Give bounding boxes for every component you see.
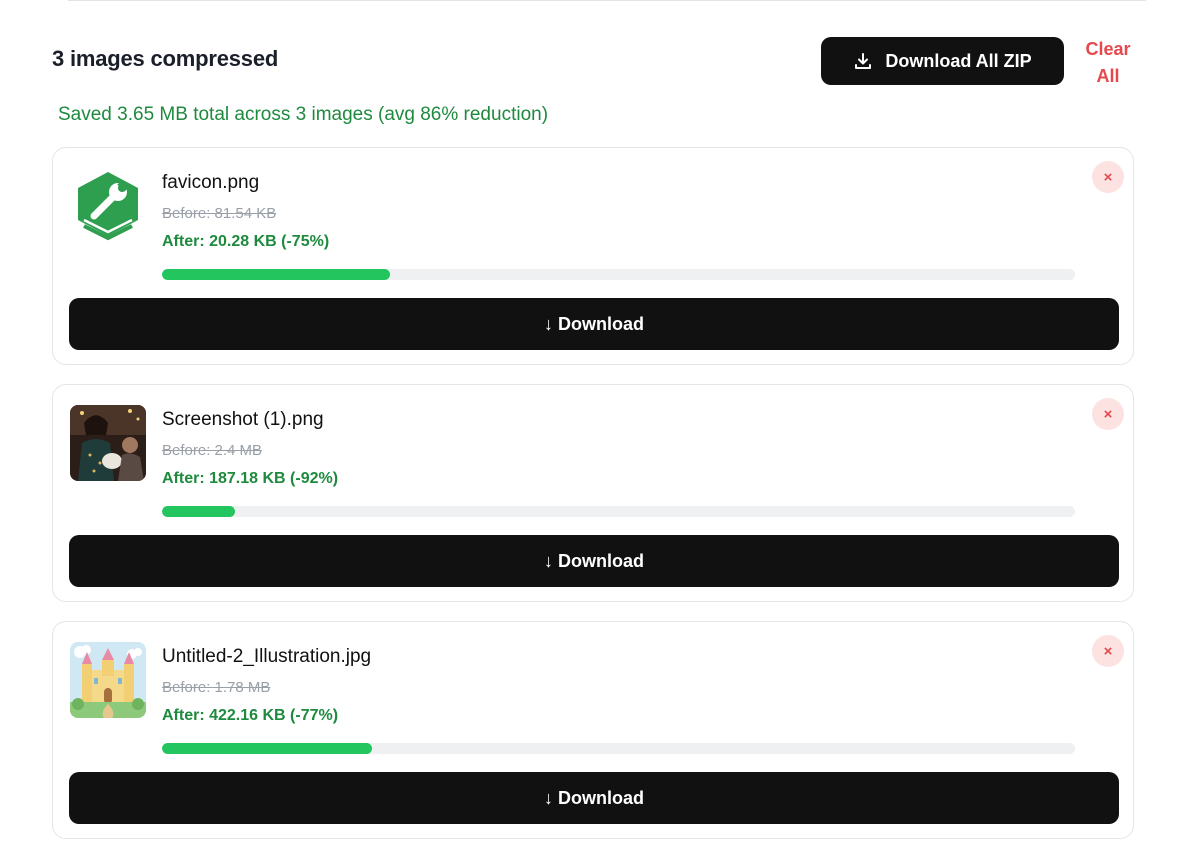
compressed-size: After: 187.18 KB (-92%) xyxy=(162,470,339,487)
file-thumbnail xyxy=(70,642,146,718)
results-title: 3 images compressed xyxy=(52,46,279,71)
compression-progress-fill xyxy=(162,743,372,754)
download-all-zip-button[interactable]: Download All ZIP xyxy=(821,37,1064,85)
remove-file-button[interactable]: × xyxy=(1092,398,1124,430)
compressed-size: After: 422.16 KB (-77%) xyxy=(162,707,339,724)
original-size: Before: 2.4 MB xyxy=(162,442,263,459)
compression-progress-fill xyxy=(162,269,391,280)
download-button[interactable]: ↓ Download xyxy=(69,772,1119,824)
download-button[interactable]: ↓ Download xyxy=(69,535,1119,587)
file-name: Untitled-2_Illustration.jpg xyxy=(162,646,372,667)
download-icon xyxy=(853,51,873,71)
wrench-logo-icon xyxy=(70,168,146,244)
compression-progress-fill xyxy=(162,506,236,517)
remove-file-button[interactable]: × xyxy=(1092,635,1124,667)
remove-file-button[interactable]: × xyxy=(1092,161,1124,193)
compression-progress-bar xyxy=(162,743,1075,754)
file-card: favicon.png Before: 81.54 KB After: 20.2… xyxy=(52,147,1134,365)
savings-summary: Saved 3.65 MB total across 3 images (avg… xyxy=(58,104,549,125)
castle-illustration-icon xyxy=(70,642,146,718)
results-header: 3 images compressed Download All ZIP Cle… xyxy=(52,36,1142,92)
original-size: Before: 81.54 KB xyxy=(162,205,277,222)
file-card: Untitled-2_Illustration.jpg Before: 1.78… xyxy=(52,621,1134,839)
file-name: Screenshot (1).png xyxy=(162,409,324,430)
download-button[interactable]: ↓ Download xyxy=(69,298,1119,350)
file-card: Screenshot (1).png Before: 2.4 MB After:… xyxy=(52,384,1134,602)
photo-thumbnail-icon xyxy=(70,405,146,481)
original-size: Before: 1.78 MB xyxy=(162,679,271,696)
compression-progress-bar xyxy=(162,506,1075,517)
file-name: favicon.png xyxy=(162,172,260,193)
top-divider xyxy=(68,0,1146,1)
clear-all-button[interactable]: Clear All xyxy=(1074,36,1142,90)
file-thumbnail xyxy=(70,168,146,244)
compressed-size: After: 20.28 KB (-75%) xyxy=(162,233,330,250)
compression-progress-bar xyxy=(162,269,1075,280)
file-thumbnail xyxy=(70,405,146,481)
download-all-zip-label: Download All ZIP xyxy=(885,50,1032,71)
